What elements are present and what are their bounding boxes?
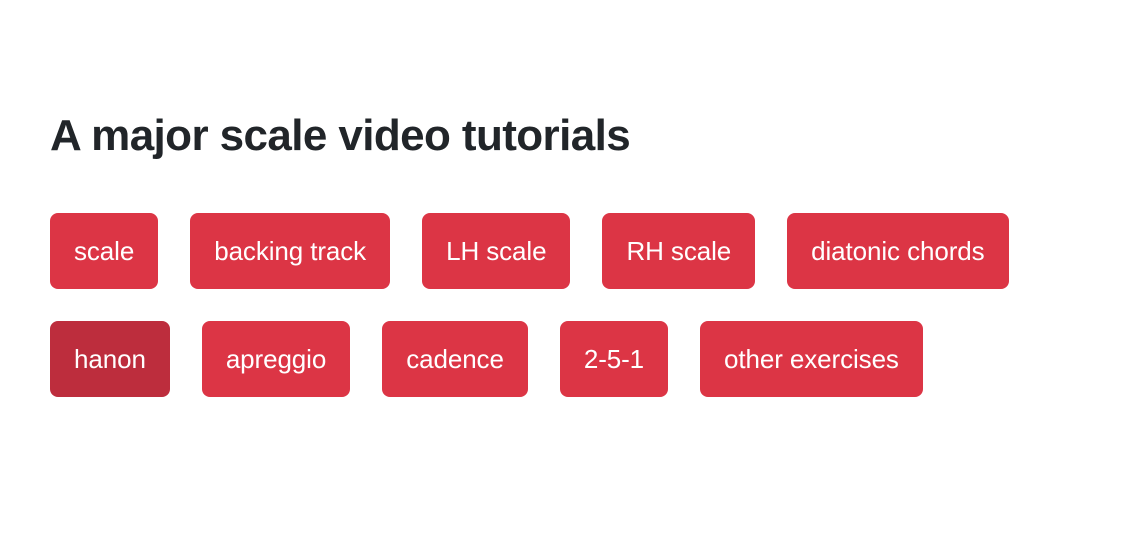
tag-button-2-5-1[interactable]: 2-5-1: [559, 321, 669, 397]
tag-row: scale backing track LH scale RH scale di…: [50, 213, 1136, 289]
tag-button-other-exercises[interactable]: other exercises: [700, 321, 923, 397]
tag-button-scale[interactable]: scale: [50, 213, 159, 289]
tag-row: hanon apreggio cadence 2-5-1 other exerc…: [50, 321, 1136, 397]
page-root: A major scale video tutorials scale back…: [0, 0, 1136, 537]
tag-button-apreggio[interactable]: apreggio: [201, 321, 351, 397]
tag-button-lh-scale[interactable]: LH scale: [422, 213, 571, 289]
tag-button-cadence[interactable]: cadence: [382, 321, 528, 397]
page-title: A major scale video tutorials: [50, 111, 631, 160]
tag-button-rh-scale[interactable]: RH scale: [602, 213, 756, 289]
tag-button-hanon[interactable]: hanon: [50, 321, 170, 397]
tag-button-backing-track[interactable]: backing track: [190, 213, 391, 289]
tag-filter-group: scale backing track LH scale RH scale di…: [50, 213, 1136, 397]
tag-button-diatonic-chords[interactable]: diatonic chords: [787, 213, 1009, 289]
